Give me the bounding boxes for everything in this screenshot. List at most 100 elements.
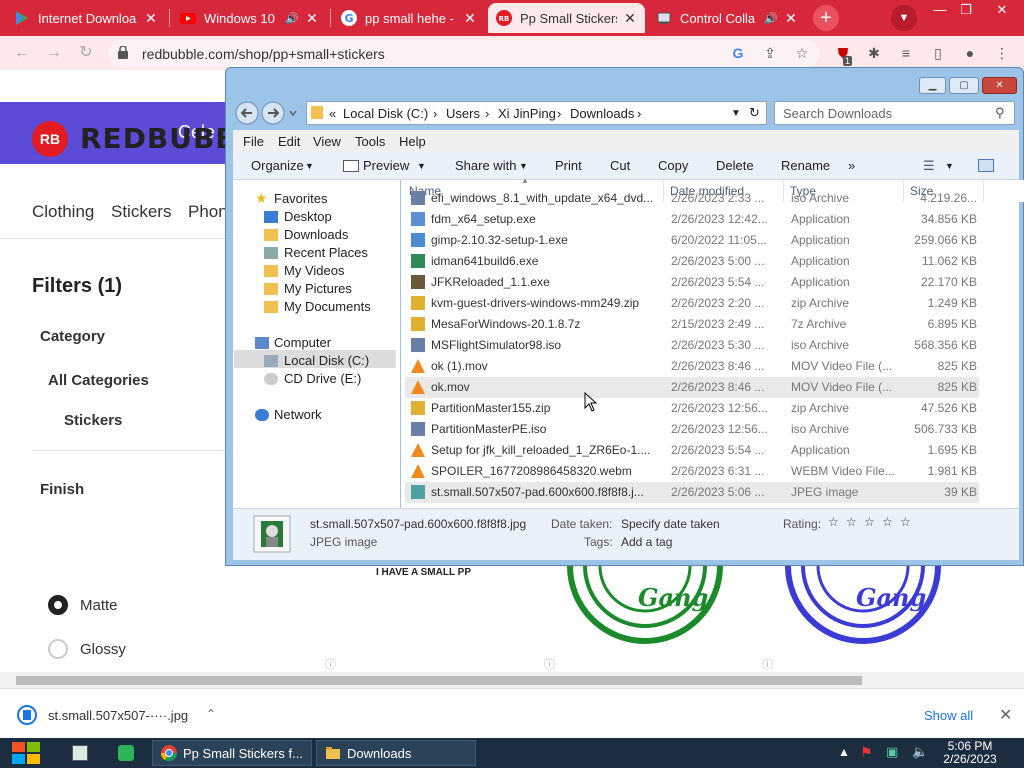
file-row[interactable]: MSFlightSimulator98.iso 2/26/2023 5:30 ..… bbox=[405, 335, 979, 356]
tray-up-icon[interactable]: ▲ bbox=[838, 745, 850, 759]
matte-radio[interactable] bbox=[48, 595, 68, 615]
star-icon[interactable]: ☆ bbox=[828, 515, 839, 529]
gang-sticker-green[interactable]: Gang bbox=[560, 566, 730, 646]
nav-computer[interactable]: Computer bbox=[274, 335, 331, 350]
crumb-downloads[interactable]: Downloads bbox=[570, 106, 634, 121]
nav-recent-places[interactable]: Recent Places bbox=[284, 245, 368, 260]
file-row[interactable]: idman641build6.exe 2/26/2023 5:00 ... Appl… bbox=[405, 251, 979, 272]
star-icon[interactable]: ☆ bbox=[864, 515, 875, 529]
chevron-up-icon[interactable]: ⌃ bbox=[206, 707, 216, 721]
taskbar-chrome[interactable]: Pp Small Stickers f... bbox=[152, 740, 312, 766]
nav-my-pictures[interactable]: My Pictures bbox=[284, 281, 352, 296]
show-all-link[interactable]: Show all bbox=[924, 708, 973, 723]
close-tab-icon[interactable]: ✕ bbox=[784, 10, 798, 27]
redbubble-logo-icon[interactable]: RB bbox=[32, 121, 68, 157]
nav-my-documents[interactable]: My Documents bbox=[284, 299, 371, 314]
nav-phone[interactable]: Phon bbox=[188, 202, 228, 222]
crumb-user[interactable]: Xi JinPing bbox=[498, 106, 556, 121]
share-icon[interactable]: ⇪ bbox=[762, 45, 778, 61]
flag-icon[interactable]: ⚑ bbox=[860, 744, 873, 761]
close-tab-icon[interactable]: ✕ bbox=[463, 10, 477, 27]
speaker-icon[interactable]: 🔊 bbox=[285, 12, 299, 25]
dropdown-icon[interactable]: ▼ bbox=[305, 161, 314, 171]
dropdown-icon[interactable]: ▼ bbox=[731, 108, 741, 119]
menu-help[interactable]: Help bbox=[399, 134, 426, 149]
forward-icon[interactable]: → bbox=[44, 43, 64, 63]
maximize-icon[interactable]: ▢ bbox=[949, 77, 979, 94]
info-icon[interactable]: ⓘ bbox=[325, 656, 336, 672]
chevron-icon[interactable]: › bbox=[557, 106, 561, 121]
close-window-icon[interactable]: ✕ bbox=[990, 2, 1014, 18]
app-pinned-icon[interactable] bbox=[118, 745, 134, 761]
star-icon[interactable]: ☆ bbox=[900, 515, 911, 529]
minimize-icon[interactable]: ▁ bbox=[919, 77, 946, 94]
file-row[interactable]: ok.mov 2/26/2023 8:46 ... MOV Video File (… bbox=[405, 377, 979, 398]
nav-clothing[interactable]: Clothing bbox=[32, 202, 94, 222]
horizontal-scrollbar[interactable] bbox=[0, 672, 1024, 688]
profile-icon[interactable]: ● bbox=[962, 45, 978, 61]
explorer-address-bar[interactable]: « Local Disk (C:) › Users › Xi JinPing ›… bbox=[306, 101, 767, 125]
file-row[interactable]: PartitionMaster155.zip 2/26/2023 12:56...… bbox=[405, 398, 979, 419]
info-icon[interactable]: ⓘ bbox=[544, 656, 555, 672]
tags-value[interactable]: Add a tag bbox=[621, 535, 672, 549]
menu-kebab-icon[interactable]: ⋮ bbox=[994, 45, 1010, 61]
star-icon[interactable]: ☆ bbox=[846, 515, 857, 529]
nav-stickers[interactable]: Stickers bbox=[111, 202, 171, 222]
file-row[interactable]: efi_windows_8.1_with_update_x64_dvd... 2/… bbox=[405, 188, 979, 209]
menu-edit[interactable]: Edit bbox=[278, 134, 300, 149]
matte-label[interactable]: Matte bbox=[80, 597, 118, 614]
reload-icon[interactable]: ↻ bbox=[76, 43, 96, 63]
organize-button[interactable]: Organize bbox=[251, 158, 304, 173]
download-filename[interactable]: st.small.507x507-····.jpg bbox=[48, 708, 188, 723]
bookmark-star-icon[interactable]: ☆ bbox=[794, 45, 810, 61]
info-icon[interactable]: ⓘ bbox=[762, 656, 773, 672]
nav-desktop[interactable]: Desktop bbox=[284, 209, 332, 224]
cut-button[interactable]: Cut bbox=[610, 158, 630, 173]
file-row[interactable]: st.small.507x507-pad.600x600.f8f8f8.j...… bbox=[405, 482, 979, 503]
filter-stickers[interactable]: Stickers bbox=[64, 412, 122, 429]
nav-favorites[interactable]: Favorites bbox=[274, 191, 327, 206]
menu-file[interactable]: File bbox=[243, 134, 264, 149]
scrollbar-thumb[interactable] bbox=[16, 676, 862, 685]
preview-pane-icon[interactable] bbox=[978, 159, 994, 172]
share-with-button[interactable]: Share with bbox=[455, 158, 516, 173]
extensions-puzzle-icon[interactable]: ✱ bbox=[866, 45, 882, 61]
gang-sticker-blue[interactable]: Gang bbox=[778, 566, 948, 646]
dropdown-icon[interactable]: ▼ bbox=[519, 161, 528, 171]
category-label[interactable]: Category bbox=[40, 328, 105, 345]
close-downloads-icon[interactable]: ✕ bbox=[999, 705, 1012, 725]
file-row[interactable]: gimp-2.10.32-setup-1.exe 6/20/2022 11:05.… bbox=[405, 230, 979, 251]
close-window-icon[interactable]: ✕ bbox=[982, 77, 1017, 94]
download-file-icon[interactable] bbox=[16, 704, 38, 726]
speaker-icon[interactable]: 🔊 bbox=[764, 12, 778, 25]
network-icon[interactable]: ▣ bbox=[886, 744, 898, 760]
nav-local-disk[interactable]: Local Disk (C:) bbox=[284, 353, 369, 368]
file-row[interactable]: fdm_x64_setup.exe 2/26/2023 12:42... Appli… bbox=[405, 209, 979, 230]
file-row[interactable]: MesaForWindows-20.1.8.7z 2/15/2023 2:49 .… bbox=[405, 314, 979, 335]
tab-google-search[interactable]: G pp small hehe - G ✕ bbox=[333, 3, 485, 33]
nav-network[interactable]: Network bbox=[274, 407, 322, 422]
file-row[interactable]: ok (1).mov 2/26/2023 8:46 ... MOV Video Fi… bbox=[405, 356, 979, 377]
minimize-icon[interactable]: — bbox=[928, 2, 952, 17]
dropdown-icon[interactable]: ▼ bbox=[417, 161, 426, 171]
address-bar[interactable]: redbubble.com/shop/pp+small+stickers G ⇪… bbox=[108, 40, 820, 67]
quick-launch-icon[interactable] bbox=[72, 745, 88, 761]
recent-pages-icon[interactable] bbox=[289, 110, 297, 117]
nav-my-videos[interactable]: My Videos bbox=[284, 263, 344, 278]
windows-start-icon[interactable] bbox=[10, 741, 42, 765]
side-panel-icon[interactable]: ▯ bbox=[930, 45, 946, 61]
restore-icon[interactable]: ❐ bbox=[954, 2, 978, 18]
crumb-local-disk[interactable]: Local Disk (C:) bbox=[343, 106, 428, 121]
rename-button[interactable]: Rename bbox=[781, 158, 830, 173]
copy-button[interactable]: Copy bbox=[658, 158, 688, 173]
close-tab-icon[interactable]: ✕ bbox=[623, 10, 637, 27]
file-row[interactable]: PartitionMasterPE.iso 2/26/2023 12:56... i… bbox=[405, 419, 979, 440]
filter-all-categories[interactable]: All Categories bbox=[48, 372, 149, 389]
google-lens-icon[interactable]: G bbox=[730, 45, 746, 61]
date-taken-value[interactable]: Specify date taken bbox=[621, 517, 720, 531]
volume-icon[interactable]: 🔈 bbox=[912, 744, 928, 760]
dropdown-icon[interactable]: ▼ bbox=[945, 161, 954, 171]
star-icon[interactable]: ☆ bbox=[882, 515, 893, 529]
back-icon[interactable]: ← bbox=[12, 43, 32, 63]
close-tab-icon[interactable]: ✕ bbox=[305, 10, 319, 27]
